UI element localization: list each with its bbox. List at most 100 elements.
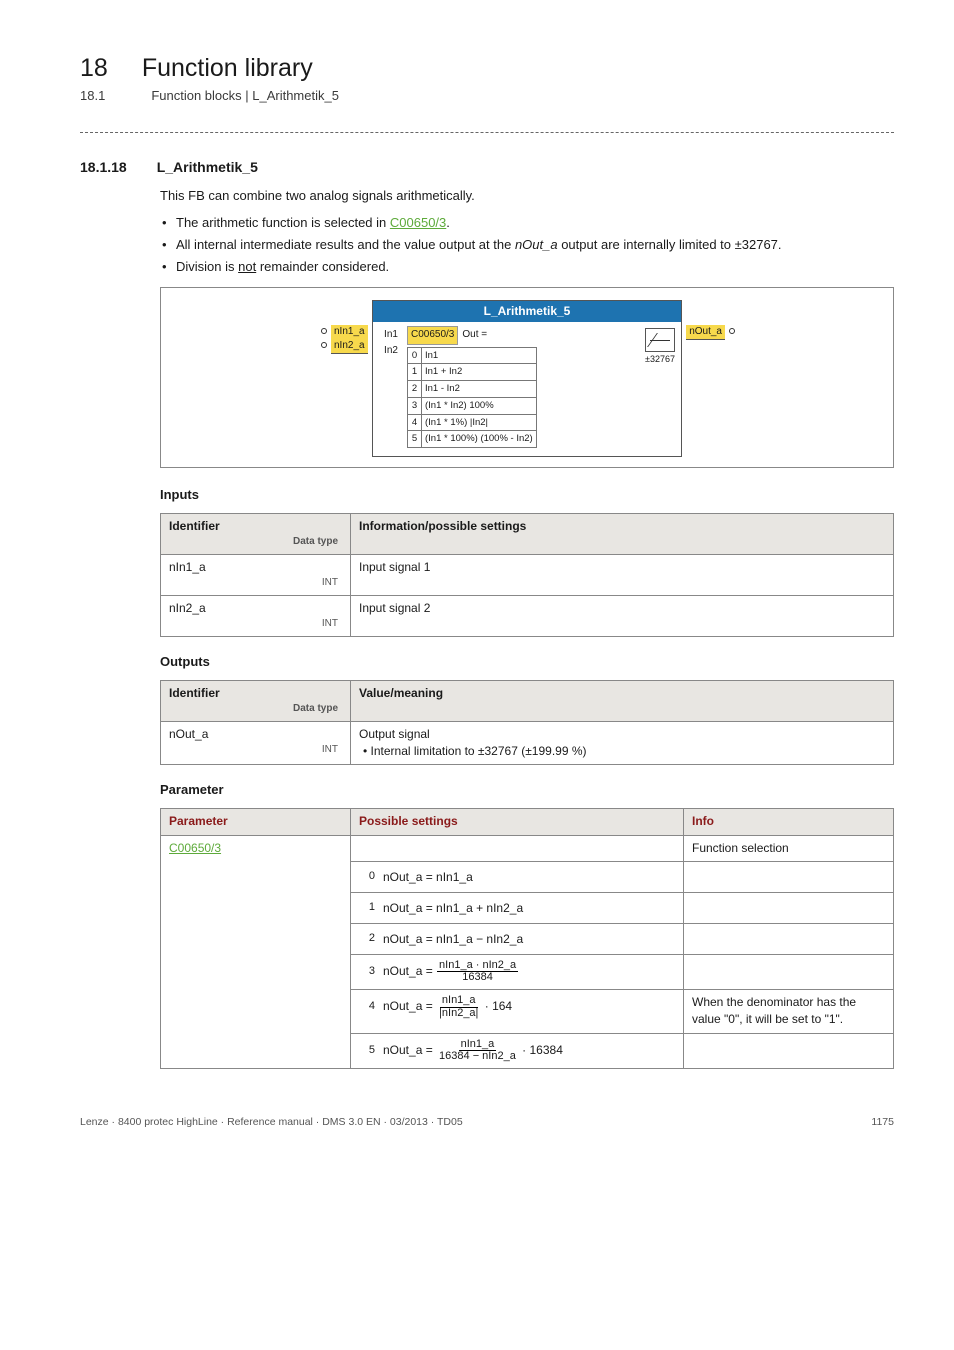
bullet-text: remainder considered. [256, 259, 389, 274]
bullet-text: output are internally limited to ±32767. [558, 237, 782, 252]
col-parameter: Parameter [161, 809, 351, 835]
opt-text: (In1 * In2) 100% [422, 397, 537, 414]
function-block-box: L_Arithmetik_5 nIn1_a nIn2_a nOut_a In1 … [372, 300, 682, 457]
datatype: INT [169, 576, 342, 591]
info-cell: Output signal • Internal limitation to ±… [351, 721, 894, 765]
section-heading: 18.1.18 L_Arithmetik_5 [80, 157, 894, 177]
page-number: 1175 [871, 1115, 894, 1130]
divider [80, 132, 894, 133]
chapter-title: Function library [142, 50, 313, 86]
setting-index: 1 [359, 897, 383, 919]
list-item: All internal intermediate results and th… [160, 236, 894, 255]
underlined-term: not [238, 259, 256, 274]
opt-index: 3 [408, 397, 422, 414]
subsection-title: Function blocks | L_Arithmetik_5 [151, 87, 339, 106]
info-cell [684, 892, 894, 923]
italic-term: nOut_a [515, 237, 558, 252]
identifier-name: nIn2_a [169, 600, 342, 617]
setting-index: 5 [359, 1038, 383, 1064]
info-cell [684, 954, 894, 989]
outputs-table: Identifier Data type Value/meaning nOut_… [160, 680, 894, 766]
port-circle-icon [729, 328, 735, 334]
chapter-number: 18 [80, 50, 108, 86]
col-info: Info [684, 809, 894, 835]
port-circle-icon [321, 342, 327, 348]
limiter-icon [645, 328, 675, 352]
table-row: nIn1_aINT Input signal 1 [161, 554, 894, 595]
out-equals-label: Out = [462, 328, 487, 343]
info-cell: Input signal 2 [351, 595, 894, 636]
col-datatype-label: Data type [169, 702, 342, 717]
bullet-text: All internal intermediate results and th… [176, 237, 515, 252]
opt-index: 0 [408, 347, 422, 364]
list-item: The arithmetic function is selected in C… [160, 214, 894, 233]
info-cell: When the denominator has the value "0", … [684, 990, 894, 1034]
param-code-link[interactable]: C00650/3 [169, 841, 221, 855]
code-link[interactable]: C00650/3 [390, 215, 446, 230]
inputs-table: Identifier Data type Information/possibl… [160, 513, 894, 637]
intro-text: This FB can combine two analog signals a… [160, 187, 894, 206]
port-in2: nIn2_a [331, 339, 368, 355]
bullet-text: Division is [176, 259, 238, 274]
parameter-table: Parameter Possible settings Info C00650/… [160, 808, 894, 1069]
col-possible: Possible settings [351, 809, 684, 835]
col-value: Value/meaning [351, 680, 894, 721]
table-row: nIn2_aINT Input signal 2 [161, 595, 894, 636]
setting-index: 0 [359, 866, 383, 888]
datatype: INT [169, 617, 342, 632]
setting-formula: nOut_a = nIn1_a [383, 870, 675, 884]
col-datatype-label: Data type [169, 535, 342, 550]
opt-text: In1 [422, 347, 537, 364]
opt-index: 1 [408, 364, 422, 381]
opt-text: (In1 * 100%) (100% - In2) [422, 431, 537, 448]
options-table: 0In1 1In1 + In2 2In1 - In2 3(In1 * In2) … [407, 347, 537, 449]
setting-formula: nOut_a = nIn1_a16384 − nIn2_a · 16384 [383, 1038, 675, 1064]
info-cell [684, 861, 894, 892]
opt-index: 5 [408, 431, 422, 448]
opt-text: (In1 * 1%) |In2| [422, 414, 537, 431]
table-row: nOut_aINT Output signal • Internal limit… [161, 721, 894, 765]
identifier-name: nIn1_a [169, 559, 342, 576]
fb-title: L_Arithmetik_5 [373, 301, 681, 322]
section-title: L_Arithmetik_5 [157, 157, 258, 177]
setting-index: 2 [359, 928, 383, 950]
opt-text: In1 - In2 [422, 381, 537, 398]
footer-left: Lenze · 8400 protec HighLine · Reference… [80, 1115, 463, 1130]
port-out: nOut_a [686, 325, 725, 341]
diagram-code: C00650/3 [407, 326, 458, 345]
page-footer: Lenze · 8400 protec HighLine · Reference… [80, 1115, 894, 1130]
in-label: In2 [379, 344, 403, 359]
bullet-list: The arithmetic function is selected in C… [160, 214, 894, 277]
bullet-text: The arithmetic function is selected in [176, 215, 390, 230]
subsection-heading: 18.1 Function blocks | L_Arithmetik_5 [80, 87, 894, 106]
output-line: Output signal [359, 726, 885, 743]
identifier-name: nOut_a [169, 726, 342, 743]
setting-index: 4 [359, 994, 383, 1020]
info-cell [684, 923, 894, 954]
info-cell: Input signal 1 [351, 554, 894, 595]
opt-index: 4 [408, 414, 422, 431]
setting-formula: nOut_a = nIn1_a − nIn2_a [383, 932, 675, 946]
col-info: Information/possible settings [351, 514, 894, 555]
opt-text: In1 + In2 [422, 364, 537, 381]
inputs-heading: Inputs [160, 486, 894, 505]
subsection-number: 18.1 [80, 87, 105, 106]
chapter-heading: 18 Function library [80, 50, 894, 86]
outputs-heading: Outputs [160, 653, 894, 672]
col-identifier: Identifier [169, 518, 342, 535]
list-item: Division is not remainder considered. [160, 258, 894, 277]
setting-formula: nOut_a = nIn1_a|nIn2_a| · 164 [383, 994, 675, 1020]
opt-index: 2 [408, 381, 422, 398]
parameter-heading: Parameter [160, 781, 894, 800]
table-row: C00650/3 Function selection [161, 835, 894, 861]
datatype: INT [169, 743, 342, 758]
setting-index: 3 [359, 959, 383, 985]
in-label: In1 [379, 328, 403, 343]
info-cell [684, 1033, 894, 1068]
limiter-value: ±32767 [645, 353, 675, 366]
output-line: • Internal limitation to ±32767 (±199.99… [359, 743, 885, 760]
diagram-frame: L_Arithmetik_5 nIn1_a nIn2_a nOut_a In1 … [160, 287, 894, 468]
bullet-text: . [446, 215, 450, 230]
function-selection-label: Function selection [684, 835, 894, 861]
col-identifier: Identifier [169, 685, 342, 702]
